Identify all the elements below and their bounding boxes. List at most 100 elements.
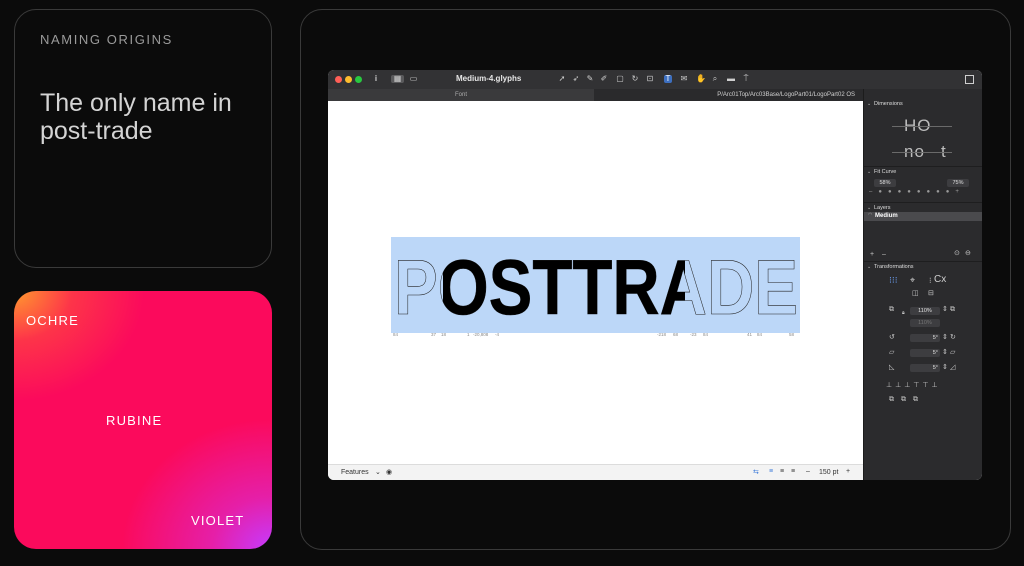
edit-canvas[interactable]: POSTTRADE POSTTRADE 84 37 18 1 -20,808 -…	[328, 101, 863, 464]
origin-center-icon[interactable]: ⁝	[929, 277, 932, 285]
flip-vertical-icon[interactable]: ⊟	[928, 290, 934, 297]
chevron-down-icon[interactable]: ⌄	[375, 468, 381, 476]
metric-value: 37	[431, 332, 437, 337]
align-center-icon[interactable]: ≡	[780, 468, 784, 475]
transformations-title: Transformations	[874, 264, 914, 270]
scale-field[interactable]: 110%	[910, 307, 940, 315]
eye-icon[interactable]: ◠	[868, 212, 872, 218]
text-tool-icon[interactable]: T	[664, 75, 672, 83]
metric-value: 84	[393, 332, 399, 337]
zoom-in-button[interactable]: +	[846, 468, 850, 475]
flip-horizontal-icon[interactable]: ◫	[912, 290, 919, 297]
select-all-tool-icon[interactable]: ➶	[572, 75, 580, 83]
collapse-fit-curve-icon[interactable]: ⌄	[867, 169, 871, 175]
annotation-tool-icon[interactable]: ✉	[680, 75, 688, 83]
slant-left-icon[interactable]: ◺	[889, 364, 894, 371]
scale-apply-icon[interactable]: ⧉	[950, 306, 955, 313]
scale-icon[interactable]: ⧉	[889, 306, 894, 313]
edit-view-icon[interactable]: ▭	[407, 75, 420, 83]
rotate-field[interactable]: 5°	[910, 334, 940, 342]
layer-row-active[interactable]: ◠ Medium	[864, 212, 982, 221]
remove-layer-icon[interactable]: –	[882, 251, 886, 258]
collapse-layers-icon[interactable]: ⌄	[867, 205, 871, 211]
tab-glyph-path[interactable]: P/Arc01Top/Arc03Base/LogoPart01/LogoPart…	[717, 89, 855, 101]
glyphs-app-window: i ▦ ▭ Medium-4.glyphs ➚ ➶ ✎ ✐ ▢ ↻ ⊡ T ✉ …	[328, 70, 982, 480]
slant-field[interactable]: 5°	[910, 364, 940, 372]
minimize-window-button[interactable]	[345, 76, 352, 83]
fit-curve-title: Fit Curve	[874, 169, 897, 175]
rotate-stepper-icon[interactable]: ⇕	[942, 334, 948, 341]
rotate-right-icon[interactable]: ↻	[950, 334, 956, 341]
features-dropdown[interactable]: Features	[341, 469, 369, 476]
metric-value: 18	[441, 332, 447, 337]
metric-value: 84	[703, 332, 709, 337]
grid-view-icon[interactable]: ▦	[391, 75, 404, 83]
rubine-label: RUBINE	[106, 413, 163, 428]
glyph-metrics-row: 84 37 18 1 -20,808 -4 -218 68 -23 84 41 …	[391, 332, 800, 340]
layer-menu-icon[interactable]: ⊖	[965, 250, 971, 257]
skew-left-icon[interactable]: ▱	[889, 349, 894, 356]
glyph-text-line[interactable]: POSTTRADE POSTTRADE	[391, 237, 800, 333]
dimension-guide	[892, 152, 952, 153]
zoom-window-button[interactable]	[355, 76, 362, 83]
measure-tool-icon[interactable]: ▬	[727, 75, 735, 83]
skew-field[interactable]: 5°	[910, 349, 940, 357]
boolean-union-icon[interactable]: ⧉	[889, 396, 894, 403]
eye-icon[interactable]: ◉	[386, 468, 392, 476]
pencil-tool-icon[interactable]: ✐	[600, 75, 608, 83]
tab-bar: Font P/Arc01Top/Arc03Base/LogoPart01/Log…	[328, 89, 863, 101]
hand-tool-icon[interactable]: ✋	[696, 75, 706, 83]
boolean-intersect-icon[interactable]: ⧉	[913, 396, 918, 403]
zoom-level[interactable]: 150 pt	[819, 469, 838, 476]
dimensions-title: Dimensions	[874, 101, 903, 107]
scale-stepper-icon[interactable]: ⇕	[942, 306, 948, 313]
scale-field-vertical[interactable]: 110%	[910, 319, 940, 327]
close-window-button[interactable]	[335, 76, 342, 83]
rectangle-tool-icon[interactable]: ▢	[616, 75, 624, 83]
fit-curve-presets[interactable]: –●●●●●●●●+	[869, 189, 978, 195]
collapse-transformations-icon[interactable]: ⌄	[867, 264, 871, 270]
info-icon[interactable]: i	[372, 75, 380, 83]
scale-tool-icon[interactable]: ⊡	[646, 75, 654, 83]
metric-value: -4	[495, 332, 500, 337]
sidebar-toggle-icon[interactable]	[965, 75, 974, 84]
metric-value: -23	[690, 332, 697, 337]
align-buttons-row[interactable]: ⊥⊥⊥⊤⊤⊥	[886, 381, 966, 389]
rotate-left-icon[interactable]: ↺	[889, 334, 895, 341]
zoom-tool-icon[interactable]: ⌕	[711, 75, 719, 83]
skew-right-icon[interactable]: ▱	[950, 349, 955, 356]
rotate-tool-icon[interactable]: ↻	[631, 75, 639, 83]
layers-title: Layers	[874, 205, 891, 211]
metric-value: 1	[467, 332, 470, 337]
skew-stepper-icon[interactable]: ⇕	[942, 349, 948, 356]
align-right-icon[interactable]: ≡	[791, 468, 795, 475]
origin-grid-icon[interactable]: ⁝⁝⁝	[889, 276, 898, 285]
slant-right-icon[interactable]: ◿	[950, 364, 955, 371]
layer-options-icon[interactable]: ⊙	[954, 250, 960, 257]
add-layer-icon[interactable]: +	[870, 251, 874, 258]
inspector-panel: ⌄ Dimensions HO no t ⌄ Fit Curve 58% 75%…	[863, 89, 982, 480]
align-left-icon[interactable]: ≡	[769, 468, 773, 475]
fit-curve-low-field[interactable]: 58%	[874, 179, 896, 187]
fit-curve-high-field[interactable]: 75%	[947, 179, 969, 187]
ochre-label: OCHRE	[26, 313, 79, 328]
metric-value: 58	[789, 332, 795, 337]
metric-value: 41	[747, 332, 753, 337]
select-tool-icon[interactable]: ➚	[558, 75, 566, 83]
lock-icon[interactable]: 🔒︎	[902, 310, 905, 317]
layer-name: Medium	[875, 213, 898, 219]
slant-stepper-icon[interactable]: ⇕	[942, 364, 948, 371]
collapse-dimensions-icon[interactable]: ⌄	[867, 101, 871, 107]
zoom-out-button[interactable]: –	[806, 468, 810, 475]
draw-tool-icon[interactable]: ✎	[586, 75, 594, 83]
title-bar: i ▦ ▭ Medium-4.glyphs ➚ ➶ ✎ ✐ ▢ ↻ ⊡ T ✉ …	[328, 70, 982, 89]
text-direction-icon[interactable]: ⇆	[753, 468, 759, 476]
color-gradient-card: OCHRE RUBINE VIOLET	[14, 291, 272, 549]
metric-value: -20,808	[473, 332, 489, 337]
violet-label: VIOLET	[191, 513, 245, 528]
tab-font[interactable]: Font	[328, 89, 594, 101]
boolean-subtract-icon[interactable]: ⧉	[901, 396, 906, 403]
origin-crosshair-icon[interactable]: ⌖	[910, 276, 915, 285]
knife-tool-icon[interactable]: ⍑	[742, 75, 750, 83]
card-eyebrow: NAMING ORIGINS	[40, 32, 173, 47]
